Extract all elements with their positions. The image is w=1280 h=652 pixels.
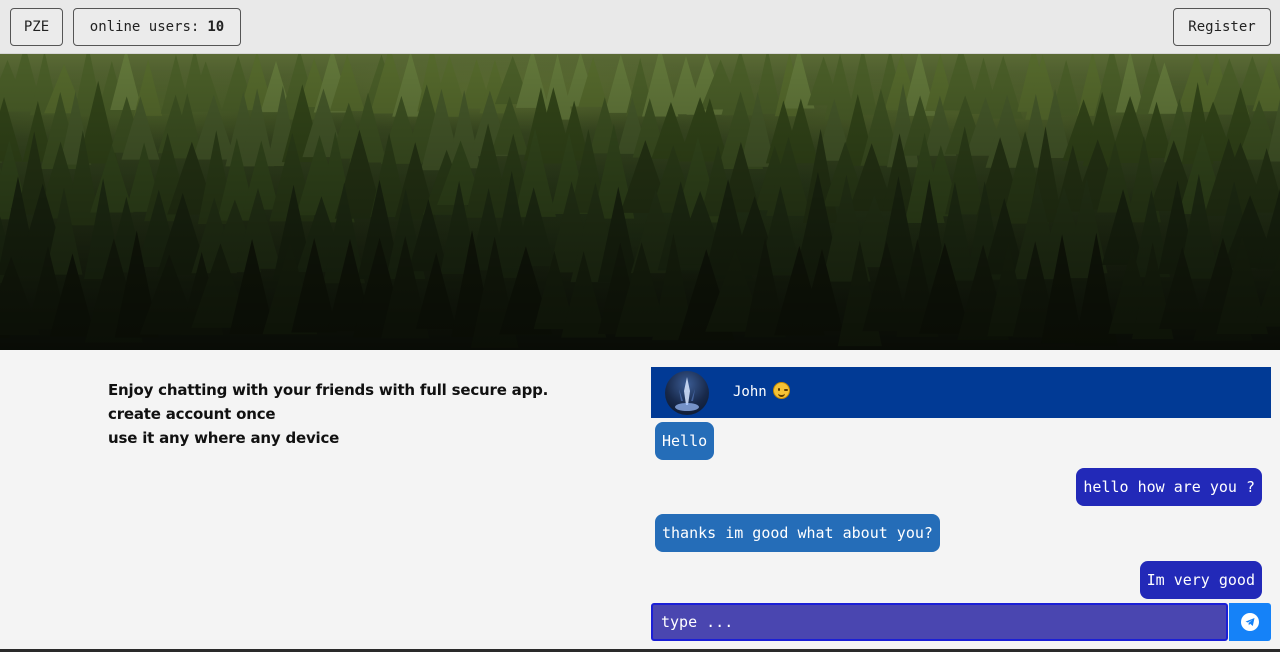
winking-face-icon: [772, 382, 790, 399]
message-text: thanks im good what about you?: [662, 524, 933, 542]
contact-avatar[interactable]: [665, 371, 709, 415]
message-text: Im very good: [1146, 571, 1255, 589]
intro-line: use it any where any device: [108, 429, 340, 447]
contact-name-wrap: John: [733, 382, 790, 400]
message-composer: [651, 603, 1271, 641]
message-outgoing: hello how are you ?: [1076, 468, 1262, 506]
send-button[interactable]: [1229, 603, 1271, 641]
message-input[interactable]: [651, 603, 1228, 641]
register-button[interactable]: Register: [1173, 8, 1271, 46]
chat-header: John: [651, 367, 1271, 418]
contact-name: John: [733, 384, 767, 400]
telegram-send-icon: [1241, 613, 1259, 631]
online-users-indicator: online users: 10: [73, 8, 241, 46]
message-text: hello how are you ?: [1083, 478, 1255, 496]
forest-trees-illustration: [0, 54, 1280, 350]
message-outgoing: Im very good: [1139, 561, 1262, 599]
brand-button[interactable]: PZE: [10, 8, 63, 46]
message-text: Hello: [662, 432, 708, 450]
intro-line: create account once: [108, 405, 276, 423]
intro-text: Enjoy chatting with your friends with fu…: [108, 378, 588, 450]
forest-banner-image: [0, 54, 1280, 350]
intro-line: Enjoy chatting with your friends with fu…: [108, 381, 549, 399]
top-navbar: PZE online users: 10 Register: [0, 0, 1280, 54]
message-incoming: Hello: [655, 422, 715, 460]
online-users-count: 10: [207, 19, 225, 35]
online-users-label: online users:: [89, 19, 200, 35]
message-incoming: thanks im good what about you?: [655, 514, 940, 552]
